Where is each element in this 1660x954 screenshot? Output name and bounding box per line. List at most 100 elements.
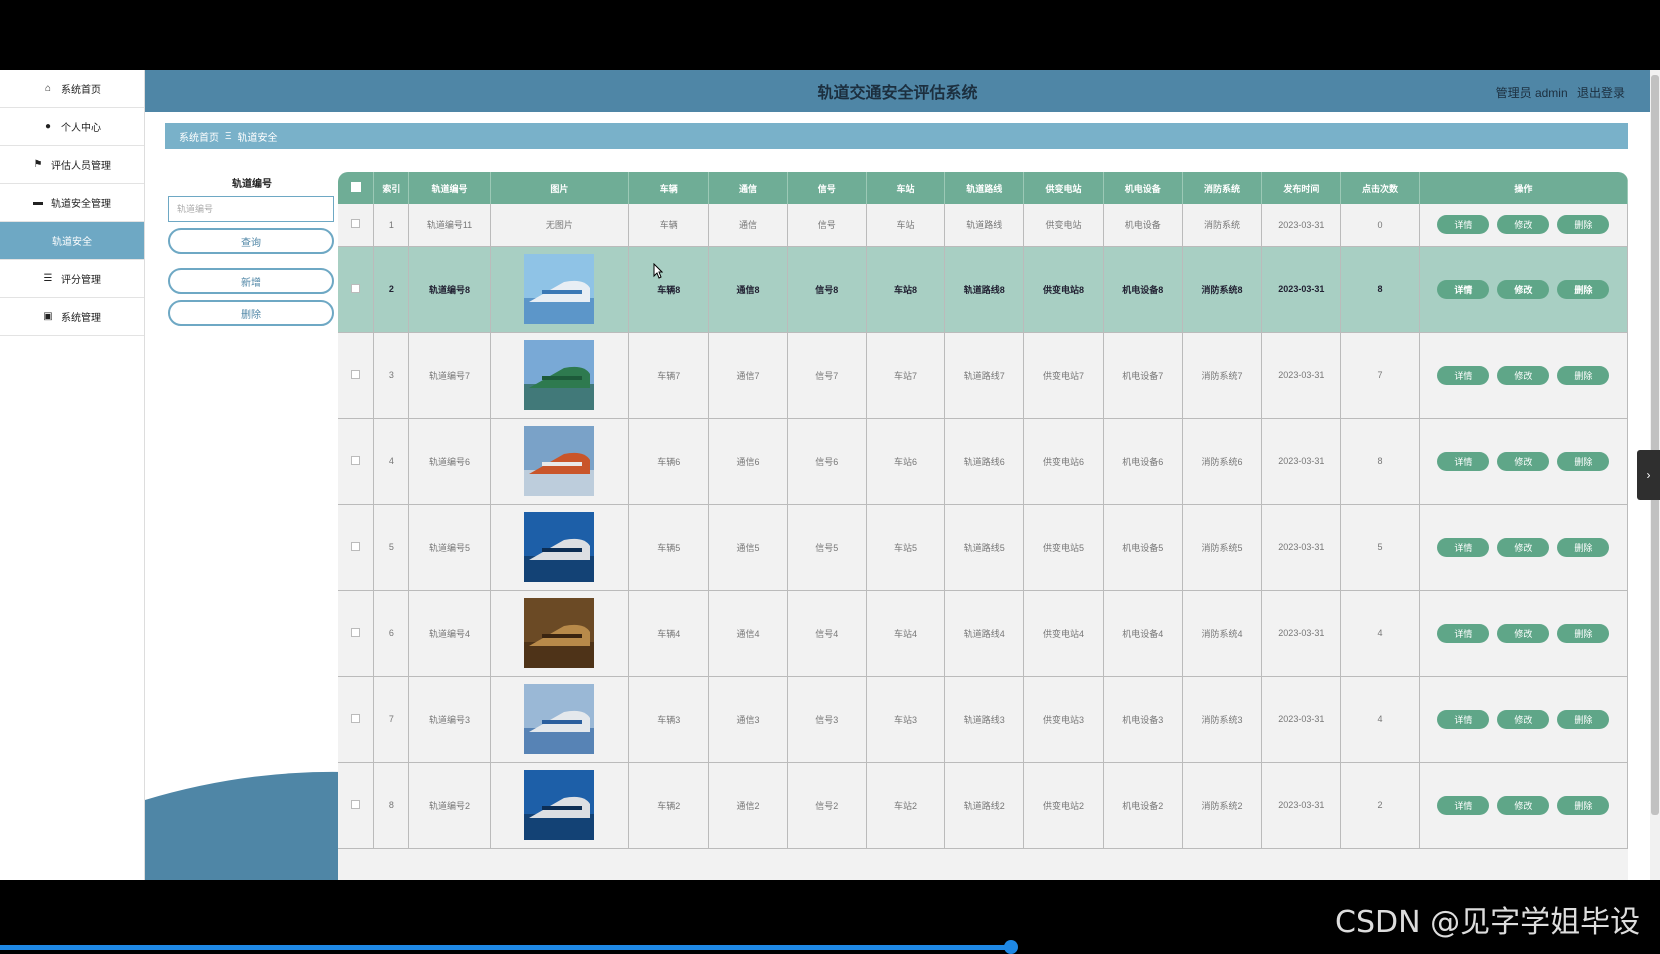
train-thumbnail [524, 770, 595, 840]
sidebar-item-6[interactable]: ▣ 系统管理 [0, 298, 144, 336]
detail-button[interactable]: 详情 [1437, 365, 1490, 385]
sidebar-item-3[interactable]: ▬ 轨道安全管理 [0, 184, 144, 222]
cell-signal: 信号6 [787, 418, 867, 505]
cell-comm: 通信4 [708, 590, 788, 677]
cell-index: 5 [373, 504, 410, 591]
table-row[interactable]: 6 轨道编号4 车辆4 通信4 信号4 车站4 轨道路线4 供变电站4 机电设备4 消防系统4 20… [338, 590, 1628, 677]
add-button[interactable]: 新增 [168, 268, 334, 294]
row-checkbox[interactable] [351, 369, 361, 379]
query-button[interactable]: 查询 [168, 228, 334, 254]
row-select-cell[interactable] [338, 590, 375, 677]
cell-substation: 供变电站4 [1023, 590, 1104, 677]
delete-button[interactable]: 删除 [1557, 279, 1610, 299]
edit-button[interactable]: 修改 [1497, 365, 1550, 385]
row-select-cell[interactable] [338, 204, 375, 247]
cell-index: 6 [373, 590, 410, 677]
sidebar-item-1[interactable]: ● 个人中心 [0, 108, 144, 146]
delete-button[interactable]: 删除 [1557, 215, 1610, 235]
cell-station: 车站2 [866, 762, 946, 849]
column-header: 车辆 [628, 172, 710, 204]
row-select-cell[interactable] [338, 504, 375, 591]
row-select-cell[interactable] [338, 246, 375, 333]
edit-button[interactable]: 修改 [1497, 537, 1550, 557]
detail-button[interactable]: 详情 [1437, 215, 1490, 235]
table-row[interactable]: 1 轨道编号11 无图片 车辆 通信 信号 车站 轨道路线 供变电站 机电设备 消防系统 2023-0… [338, 204, 1628, 247]
detail-button[interactable]: 详情 [1437, 623, 1490, 643]
search-panel: 轨道编号 查询 新增 删除 [168, 175, 336, 326]
cell-code: 轨道编号3 [408, 676, 491, 763]
select-all-header[interactable] [338, 172, 375, 204]
edit-button[interactable]: 修改 [1497, 215, 1550, 235]
row-checkbox[interactable] [351, 219, 361, 229]
table-row[interactable]: 3 轨道编号7 车辆7 通信7 信号7 车站7 轨道路线7 供变电站7 机电设备7 消防系统7 20… [338, 332, 1628, 419]
train-thumbnail [524, 512, 595, 582]
delete-button[interactable]: 删除 [1557, 451, 1610, 471]
row-select-cell[interactable] [338, 418, 375, 505]
table-row[interactable]: 5 轨道编号5 车辆5 通信5 信号5 车站5 轨道路线5 供变电站5 机电设备5 消防系统5 20… [338, 504, 1628, 591]
logout-link[interactable]: 退出登录 [1577, 86, 1625, 100]
page-scrollbar-thumb[interactable] [1651, 75, 1659, 815]
edit-button[interactable]: 修改 [1497, 709, 1550, 729]
cell-substation: 供变电站6 [1023, 418, 1104, 505]
table-row[interactable]: 8 轨道编号2 车辆2 通信2 信号2 车站2 轨道路线2 供变电站2 机电设备2 消防系统2 20… [338, 762, 1628, 849]
batch-delete-button[interactable]: 删除 [168, 300, 334, 326]
row-checkbox[interactable] [351, 541, 361, 551]
edit-button[interactable]: 修改 [1497, 279, 1550, 299]
cell-comm: 通信2 [708, 762, 788, 849]
detail-button[interactable]: 详情 [1437, 537, 1490, 557]
user-area: 管理员 admin 退出登录 [1490, 84, 1625, 101]
sidebar-item-5[interactable]: ☰ 评分管理 [0, 260, 144, 298]
cell-clicks: 4 [1340, 590, 1420, 677]
edit-button[interactable]: 修改 [1497, 451, 1550, 471]
table-row[interactable]: 7 轨道编号3 车辆3 通信3 信号3 车站3 轨道路线3 供变电站3 机电设备3 消防系统3 20… [338, 676, 1628, 763]
track-code-search-input[interactable] [168, 196, 334, 222]
row-select-cell[interactable] [338, 762, 375, 849]
delete-button[interactable]: 删除 [1557, 365, 1610, 385]
row-checkbox[interactable] [351, 283, 361, 293]
detail-button[interactable]: 详情 [1437, 795, 1490, 815]
table-row[interactable]: 4 轨道编号6 车辆6 通信6 信号6 车站6 轨道路线6 供变电站6 机电设备6 消防系统6 20… [338, 418, 1628, 505]
mouse-cursor-icon [653, 263, 663, 279]
cell-vehicle: 车辆8 [628, 246, 710, 333]
sidebar-item-2[interactable]: ⚑ 评估人员管理 [0, 146, 144, 184]
cell-fire: 消防系统2 [1182, 762, 1263, 849]
chevron-right-icon[interactable]: › [1637, 450, 1660, 500]
cell-vehicle: 车辆7 [628, 332, 710, 419]
video-progress-handle[interactable] [1004, 940, 1018, 954]
table-row[interactable]: 2 轨道编号8 车辆8 通信8 信号8 车站8 轨道路线8 供变电站8 机电设备8 消防系统8 20… [338, 246, 1628, 333]
delete-button[interactable]: 删除 [1557, 795, 1610, 815]
edit-button[interactable]: 修改 [1497, 795, 1550, 815]
cell-vehicle: 车辆2 [628, 762, 710, 849]
row-checkbox[interactable] [351, 799, 361, 809]
video-progress-bar[interactable] [0, 945, 1011, 950]
delete-button[interactable]: 删除 [1557, 537, 1610, 557]
sidebar-item-0[interactable]: ⌂ 系统首页 [0, 70, 144, 108]
delete-button[interactable]: 删除 [1557, 623, 1610, 643]
edit-button[interactable]: 修改 [1497, 623, 1550, 643]
detail-button[interactable]: 详情 [1437, 451, 1490, 471]
cell-equipment: 机电设备7 [1103, 332, 1183, 419]
cell-substation: 供变电站5 [1023, 504, 1104, 591]
cell-equipment: 机电设备2 [1103, 762, 1183, 849]
delete-button[interactable]: 删除 [1557, 709, 1610, 729]
row-select-cell[interactable] [338, 676, 375, 763]
row-select-cell[interactable] [338, 332, 375, 419]
cell-time: 2023-03-31 [1261, 504, 1342, 591]
cell-fire: 消防系统 [1182, 204, 1263, 247]
cell-code: 轨道编号6 [408, 418, 491, 505]
cell-time: 2023-03-31 [1261, 676, 1342, 763]
cell-vehicle: 车辆5 [628, 504, 710, 591]
row-checkbox[interactable] [351, 713, 361, 723]
detail-button[interactable]: 详情 [1437, 709, 1490, 729]
cell-station: 车站3 [866, 676, 946, 763]
select-all-checkbox[interactable] [350, 182, 361, 192]
breadcrumb-home[interactable]: 系统首页 [179, 129, 219, 144]
column-header: 发布时间 [1261, 172, 1342, 204]
track-safety-table: 索引 轨道编号 图片 车辆 通信 信号 车站 轨道路线 供变电站 机电设备 消防系统 发布时间 点击次数… [338, 172, 1628, 849]
row-checkbox[interactable] [351, 627, 361, 637]
row-checkbox[interactable] [351, 455, 361, 465]
cell-clicks: 0 [1340, 204, 1420, 247]
sidebar-item-4[interactable]: 轨道安全 [0, 222, 144, 260]
detail-button[interactable]: 详情 [1437, 279, 1490, 299]
cell-equipment: 机电设备5 [1103, 504, 1183, 591]
